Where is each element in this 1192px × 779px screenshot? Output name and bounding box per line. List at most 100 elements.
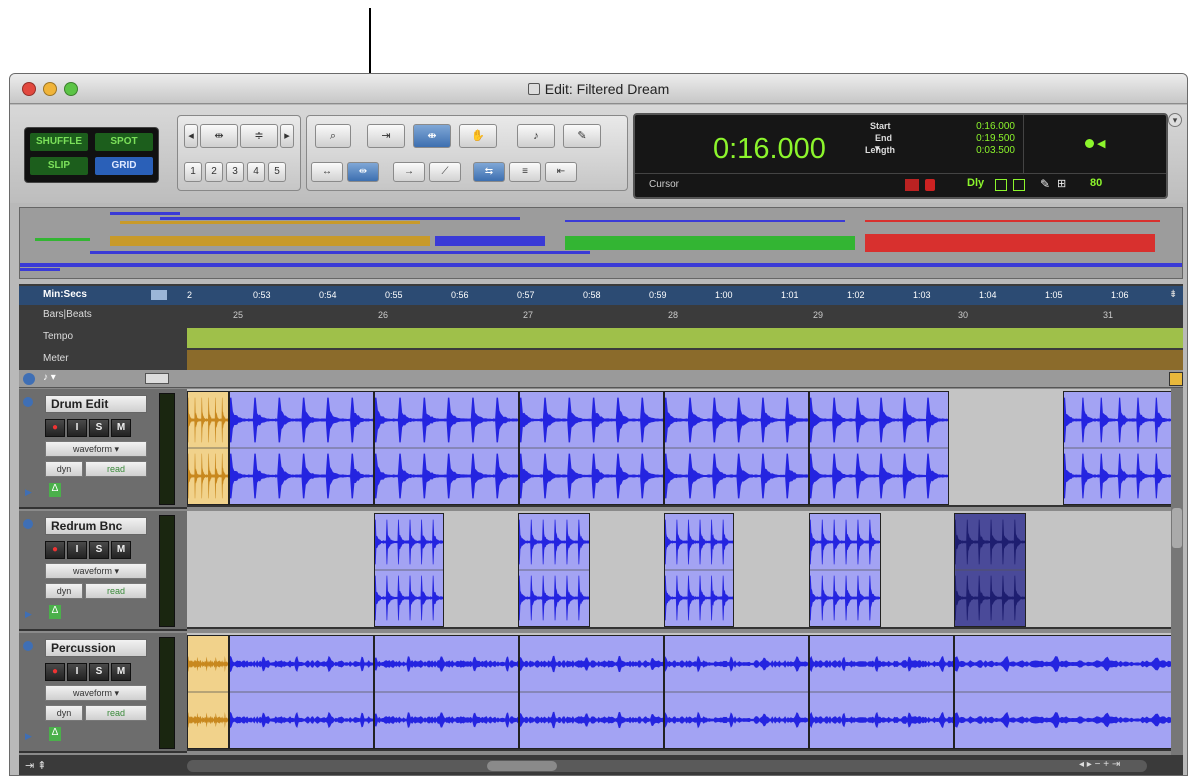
grid-mode-button[interactable]: GRID	[95, 157, 153, 175]
audio-clip[interactable]	[187, 635, 229, 749]
audio-clip[interactable]	[664, 513, 734, 627]
audio-clip[interactable]	[664, 391, 809, 505]
elastic-audio-icon[interactable]: Δ	[49, 727, 61, 741]
audio-clip[interactable]	[374, 391, 519, 505]
expand-track-icon[interactable]: ▶	[25, 609, 32, 620]
audio-clip[interactable]	[518, 513, 590, 627]
zoomer-tool-icon[interactable]: ⌕	[315, 124, 351, 148]
length-value[interactable]: 0:03.500	[945, 145, 1015, 156]
pre-roll-icon[interactable]	[905, 179, 919, 191]
audio-clip[interactable]	[187, 391, 229, 505]
track-name[interactable]: Redrum Bnc	[45, 517, 147, 535]
insertion-follows-playback-icon[interactable]: ≡	[509, 162, 541, 182]
universe-overview[interactable]	[19, 207, 1183, 279]
automation-follows-edit-icon[interactable]: ⟋	[429, 162, 461, 182]
ruler-menu-icon[interactable]: ⇟	[1169, 289, 1177, 300]
tempo-ruler[interactable]	[187, 328, 1183, 348]
nudge-value[interactable]: 80	[1090, 177, 1102, 189]
input-monitor-button[interactable]: I	[67, 663, 87, 681]
solo-button[interactable]: S	[89, 419, 109, 437]
audio-clip[interactable]	[229, 635, 374, 749]
spot-mode-button[interactable]: SPOT	[95, 133, 153, 151]
automation-mode[interactable]: read	[85, 705, 147, 721]
zoom-preset-2[interactable]: 2	[205, 162, 223, 182]
main-counter[interactable]: 0:16.000	[713, 133, 826, 166]
audio-clip[interactable]	[229, 391, 374, 505]
zoom-preset-5[interactable]: 5	[268, 162, 286, 182]
track-view-selector[interactable]: waveform ▾	[45, 685, 147, 701]
scroll-arrows-icon[interactable]: ◂ ▸ − + ⇥	[1079, 759, 1120, 770]
elastic-audio-icon[interactable]: Δ	[49, 483, 61, 497]
tab-to-transient-icon[interactable]: ↔	[311, 162, 343, 182]
post-roll-icon[interactable]	[995, 179, 1007, 191]
audio-clip[interactable]	[519, 391, 664, 505]
audio-clip[interactable]	[809, 635, 954, 749]
scrubber-tool-icon[interactable]: ♪	[517, 124, 555, 148]
grid-value-icon[interactable]: ⊞	[1057, 177, 1066, 190]
show-tracklist-icon[interactable]: ⇥ ⇞	[25, 759, 47, 772]
start-value[interactable]: 0:16.000	[945, 121, 1015, 132]
audio-clip[interactable]	[519, 635, 664, 749]
loop-icon[interactable]	[1013, 179, 1025, 191]
record-enable-button[interactable]: ●	[45, 541, 65, 559]
track-select-icon[interactable]	[23, 397, 33, 407]
audio-clip[interactable]	[954, 635, 1174, 749]
trim-tool-icon[interactable]: ⇥	[367, 124, 405, 148]
edit-tool-menu-icon[interactable]: ♪ ▾	[43, 372, 56, 383]
audio-clip[interactable]	[374, 513, 444, 627]
track-lane[interactable]	[187, 511, 1171, 629]
track-name[interactable]: Drum Edit	[45, 395, 147, 413]
main-timebase-icon[interactable]	[151, 290, 167, 300]
audio-clip[interactable]	[954, 513, 1026, 627]
track-select-icon[interactable]	[23, 641, 33, 651]
automation-dyn[interactable]: dyn	[45, 705, 83, 721]
track-view-selector[interactable]: waveform ▾	[45, 441, 147, 457]
record-enable-button[interactable]: ●	[45, 419, 65, 437]
expand-track-icon[interactable]: ▶	[25, 731, 32, 742]
audio-clip[interactable]	[374, 635, 519, 749]
track-name[interactable]: Percussion	[45, 639, 147, 657]
automation-dyn[interactable]: dyn	[45, 461, 83, 477]
solo-button[interactable]: S	[89, 541, 109, 559]
horizontal-scrollbar[interactable]: ⇥ ⇞ ◂ ▸ − + ⇥	[19, 755, 1183, 775]
zoom-preset-3[interactable]: 3	[226, 162, 244, 182]
input-monitor-button[interactable]: I	[67, 419, 87, 437]
track-height-icon[interactable]	[145, 373, 169, 384]
scroll-track[interactable]	[187, 760, 1147, 772]
solo-button[interactable]: S	[89, 663, 109, 681]
track-lane[interactable]	[187, 633, 1174, 751]
vertical-zoom-icon[interactable]: ≑	[240, 124, 278, 148]
grid-pencil-icon[interactable]: ✎	[1040, 177, 1050, 191]
link-timeline-icon[interactable]: ⇹	[347, 162, 379, 182]
mute-button[interactable]: M	[111, 541, 131, 559]
minsecs-ruler[interactable]: Min:Secs 2 0:53 0:54 0:55 0:56 0:57 0:58 0:59 1:…	[19, 286, 1183, 305]
zoom-out-arrow-icon[interactable]: ◂	[184, 124, 198, 148]
expand-track-icon[interactable]: ▶	[25, 487, 32, 498]
mute-button[interactable]: M	[111, 419, 131, 437]
track-list-icon[interactable]	[23, 373, 35, 385]
audio-clip[interactable]	[664, 635, 809, 749]
zoom-preset-4[interactable]: 4	[247, 162, 265, 182]
zoom-preset-1[interactable]: 1	[184, 162, 202, 182]
record-enable-icon[interactable]	[925, 179, 935, 191]
end-value[interactable]: 0:19.500	[945, 133, 1015, 144]
vertical-scroll-thumb[interactable]	[1172, 508, 1182, 548]
automation-dyn[interactable]: dyn	[45, 583, 83, 599]
audio-clip[interactable]	[809, 391, 949, 505]
track-view-selector[interactable]: waveform ▾	[45, 563, 147, 579]
record-enable-button[interactable]: ●	[45, 663, 65, 681]
track-select-icon[interactable]	[23, 519, 33, 529]
delay-compensation-label[interactable]: Dly	[967, 177, 984, 189]
grabber-tool-icon[interactable]: ✋	[459, 124, 497, 148]
meter-ruler[interactable]	[187, 350, 1183, 370]
pre-post-roll-icon[interactable]: ⇤	[545, 162, 577, 182]
elastic-audio-icon[interactable]: Δ	[49, 605, 61, 619]
horizontal-scroll-thumb[interactable]	[487, 761, 557, 771]
automation-mode[interactable]: read	[85, 583, 147, 599]
mirror-midi-icon[interactable]: →	[393, 162, 425, 182]
zoom-toggle-icon[interactable]	[1169, 372, 1183, 386]
zoom-in-arrow-icon[interactable]: ▸	[280, 124, 294, 148]
vertical-scrollbar[interactable]	[1171, 388, 1183, 755]
mute-button[interactable]: M	[111, 663, 131, 681]
pencil-tool-icon[interactable]: ✎	[563, 124, 601, 148]
